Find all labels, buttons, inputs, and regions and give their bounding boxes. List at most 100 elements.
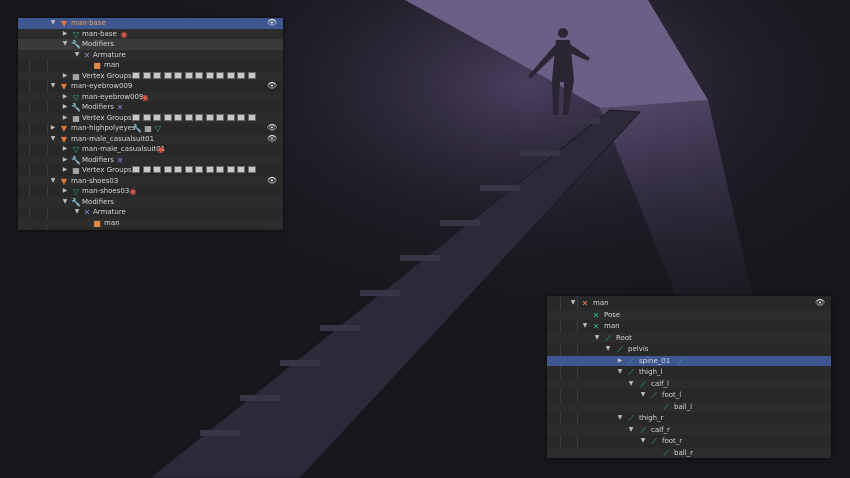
outliner-row-man-base[interactable]: ▼ ▼ man-base 👁 bbox=[18, 18, 283, 29]
eye-icon[interactable]: 👁 bbox=[267, 134, 277, 145]
outliner-row-modifiers[interactable]: ▶ 🔧 Modifiers ✕ bbox=[18, 102, 283, 113]
outliner-row-bone-spine-01[interactable]: ▶ ⟋ spine_01 ⟋ bbox=[547, 355, 831, 367]
expand-arrow-icon[interactable]: ▼ bbox=[569, 298, 577, 309]
outliner-row-man-highpolyeyes[interactable]: ▶ ▼ man-highpolyeyes 🔧 ▦ ▽ 👁 bbox=[18, 123, 283, 134]
collapsed-arrow-icon[interactable]: ▶ bbox=[61, 71, 69, 82]
outliner-row-modifiers[interactable]: ▶ 🔧 Modifiers ✕ bbox=[18, 154, 283, 166]
expand-arrow-icon[interactable]: ▼ bbox=[49, 81, 57, 92]
eye-icon[interactable]: 👁 bbox=[267, 176, 277, 187]
collapsed-arrow-icon[interactable]: ▶ bbox=[616, 356, 624, 367]
collapsed-arrow-icon[interactable]: ▶ bbox=[61, 186, 69, 197]
vertex-groups-icon-strip bbox=[132, 166, 258, 174]
expand-arrow-icon[interactable]: ▼ bbox=[639, 436, 647, 447]
collapsed-arrow-icon[interactable]: ▶ bbox=[61, 102, 69, 113]
armature-icon: ✕ bbox=[116, 155, 124, 165]
eye-icon[interactable]: 👁 bbox=[815, 298, 825, 309]
expand-arrow-icon[interactable]: ▼ bbox=[616, 413, 624, 424]
armature-icon: ✕ bbox=[83, 208, 91, 217]
outliner-row-bone-thigh-l[interactable]: ▼ ⟋ thigh_l bbox=[547, 367, 831, 378]
eye-icon[interactable]: 👁 bbox=[267, 18, 277, 29]
outliner-row-armature-modifier[interactable]: ▼ ✕ Armature bbox=[18, 49, 283, 61]
outliner-row-bone-ball-r[interactable]: ⟋ ball_r bbox=[547, 447, 831, 458]
outliner-row-modifiers[interactable]: ▼ 🔧 Modifiers bbox=[18, 39, 283, 50]
outliner-row-bone-foot-r[interactable]: ▼ ⟋ foot_r bbox=[547, 436, 831, 447]
row-label: man-eyebrow009 bbox=[82, 92, 144, 101]
collapsed-arrow-icon[interactable]: ▶ bbox=[49, 123, 57, 134]
material-sphere-icon: ◉ bbox=[141, 92, 149, 102]
outliner-row-man-armature[interactable]: ▼ ✕ man 👁 bbox=[547, 298, 831, 309]
expand-arrow-icon[interactable]: ▼ bbox=[639, 390, 647, 401]
outliner-row-man-shoes03-mesh[interactable]: ▶ ▽ man-shoes03 ◉ bbox=[18, 186, 283, 197]
row-label: thigh_r bbox=[639, 414, 664, 422]
expand-arrow-icon[interactable]: ▼ bbox=[73, 207, 81, 218]
expand-arrow-icon[interactable]: ▼ bbox=[593, 333, 601, 344]
bone-icon: ⟋ bbox=[605, 333, 611, 343]
outliner-row-bone-root[interactable]: ▼ ⟋ Root bbox=[547, 332, 831, 344]
outliner-row-bone-ball-l[interactable]: ⟋ ball_l bbox=[547, 401, 831, 412]
expand-arrow-icon[interactable]: ▼ bbox=[61, 197, 69, 208]
outliner-row-armature-object[interactable]: ■ man bbox=[18, 60, 283, 71]
outliner-row-armature-object[interactable]: ■ man bbox=[18, 217, 283, 228]
eye-icon[interactable]: 👁 bbox=[267, 81, 277, 92]
vertex-groups-icon-strip bbox=[132, 71, 258, 80]
outliner-row-pose[interactable]: ✕ Pose bbox=[547, 309, 831, 320]
outliner-row-modifiers[interactable]: ▼ 🔧 Modifiers bbox=[18, 196, 283, 208]
row-label: man bbox=[104, 61, 120, 69]
outliner-row-man-male-casualsuit01-mesh[interactable]: ▶ ▽ man-male_casualsuit01 ◉ bbox=[18, 144, 283, 155]
vertex-groups-icon: ▦ bbox=[72, 71, 80, 81]
expand-arrow-icon[interactable]: ▼ bbox=[581, 321, 589, 332]
collapsed-arrow-icon[interactable]: ▶ bbox=[61, 165, 69, 176]
row-label: man bbox=[104, 218, 120, 227]
outliner-row-vertex-groups[interactable]: ▶ ▦ Vertex Groups bbox=[18, 165, 283, 176]
outliner-row-man-armature-data[interactable]: ▼ ✕ man bbox=[547, 321, 831, 332]
outliner-row-man-eyebrow009-mesh[interactable]: ▶ ▽ man-eyebrow009 ◉ bbox=[18, 91, 283, 103]
collapsed-arrow-icon[interactable]: ▶ bbox=[61, 144, 69, 155]
expand-arrow-icon[interactable]: ▼ bbox=[61, 39, 69, 50]
outliner-row-vertex-groups[interactable]: ▶ ▦ Vertex Groups bbox=[18, 112, 283, 124]
row-label: foot_r bbox=[662, 437, 683, 445]
row-label: man-shoes03 bbox=[71, 176, 119, 185]
row-label: ball_r bbox=[674, 448, 694, 457]
outliner-row-bone-thigh-r[interactable]: ▼ ⟋ thigh_r bbox=[547, 413, 831, 424]
row-label: spine_01 bbox=[639, 356, 671, 365]
expand-arrow-icon[interactable]: ▼ bbox=[49, 176, 57, 187]
expand-arrow-icon[interactable]: ▼ bbox=[73, 50, 81, 61]
expand-arrow-icon[interactable]: ▼ bbox=[627, 425, 635, 436]
collapsed-arrow-icon[interactable]: ▶ bbox=[61, 113, 69, 124]
expand-arrow-icon[interactable]: ▼ bbox=[49, 18, 57, 29]
bone-icon: ⟋ bbox=[663, 402, 669, 412]
mesh-object-icon: ▼ bbox=[60, 19, 68, 28]
bone-icon: ⟋ bbox=[640, 379, 646, 389]
outliner-row-armature-modifier[interactable]: ▼ ✕ Armature bbox=[18, 207, 283, 218]
expand-arrow-icon[interactable]: ▼ bbox=[49, 134, 57, 145]
outliner-row-vertex-groups[interactable]: ▶ ▦ Vertex Groups bbox=[18, 70, 283, 82]
outliner-row-man-male-casualsuit01[interactable]: ▼ ▼ man-male_casualsuit01 👁 bbox=[18, 133, 283, 145]
outliner-row-man-shoes03[interactable]: ▼ ▼ man-shoes03 👁 bbox=[18, 175, 283, 187]
material-sphere-icon: ◉ bbox=[120, 29, 128, 39]
outliner-panel-meshes[interactable]: ▼ ▼ man-base 👁 ▶ ▽ man-base ◉ ▼ 🔧 Modifi… bbox=[18, 18, 283, 230]
material-sphere-icon: ◉ bbox=[157, 145, 165, 154]
outliner-panel-armature[interactable]: ▼ ✕ man 👁 ✕ Pose ▼ ✕ man ▼ ⟋ Root ▼ ⟋ pe… bbox=[547, 296, 831, 458]
outliner-row-bone-calf-l[interactable]: ▼ ⟋ calf_l bbox=[547, 378, 831, 390]
outliner-row-bone-foot-l[interactable]: ▼ ⟋ foot_l bbox=[547, 390, 831, 401]
collapsed-arrow-icon[interactable]: ▶ bbox=[61, 155, 69, 166]
expand-arrow-icon[interactable]: ▼ bbox=[627, 379, 635, 390]
bone-icon: ⟋ bbox=[651, 391, 657, 400]
bone-icon: ⟋ bbox=[651, 437, 657, 446]
collapsed-arrow-icon[interactable]: ▶ bbox=[61, 92, 69, 103]
row-label: Pose bbox=[604, 310, 621, 319]
expand-arrow-icon[interactable]: ▼ bbox=[616, 367, 624, 378]
outliner-row-man-base-mesh[interactable]: ▶ ▽ man-base ◉ bbox=[18, 28, 283, 40]
row-label: man-base bbox=[71, 19, 106, 27]
collapsed-arrow-icon[interactable]: ▶ bbox=[61, 29, 69, 40]
outliner-row-bone-calf-r[interactable]: ▼ ⟋ calf_r bbox=[547, 424, 831, 436]
expand-arrow-icon[interactable]: ▼ bbox=[604, 344, 612, 355]
eye-icon[interactable]: 👁 bbox=[267, 123, 277, 134]
outliner-row-bone-pelvis[interactable]: ▼ ⟋ pelvis bbox=[547, 344, 831, 355]
row-label: calf_r bbox=[651, 425, 670, 434]
outliner-row-man-eyebrow009[interactable]: ▼ ▼ man-eyebrow009 👁 bbox=[18, 81, 283, 92]
material-sphere-icon: ◉ bbox=[129, 187, 137, 196]
mesh-data-icon: ▽ bbox=[72, 145, 80, 154]
armature-object-icon: ■ bbox=[93, 61, 101, 70]
row-label: pelvis bbox=[628, 345, 649, 353]
